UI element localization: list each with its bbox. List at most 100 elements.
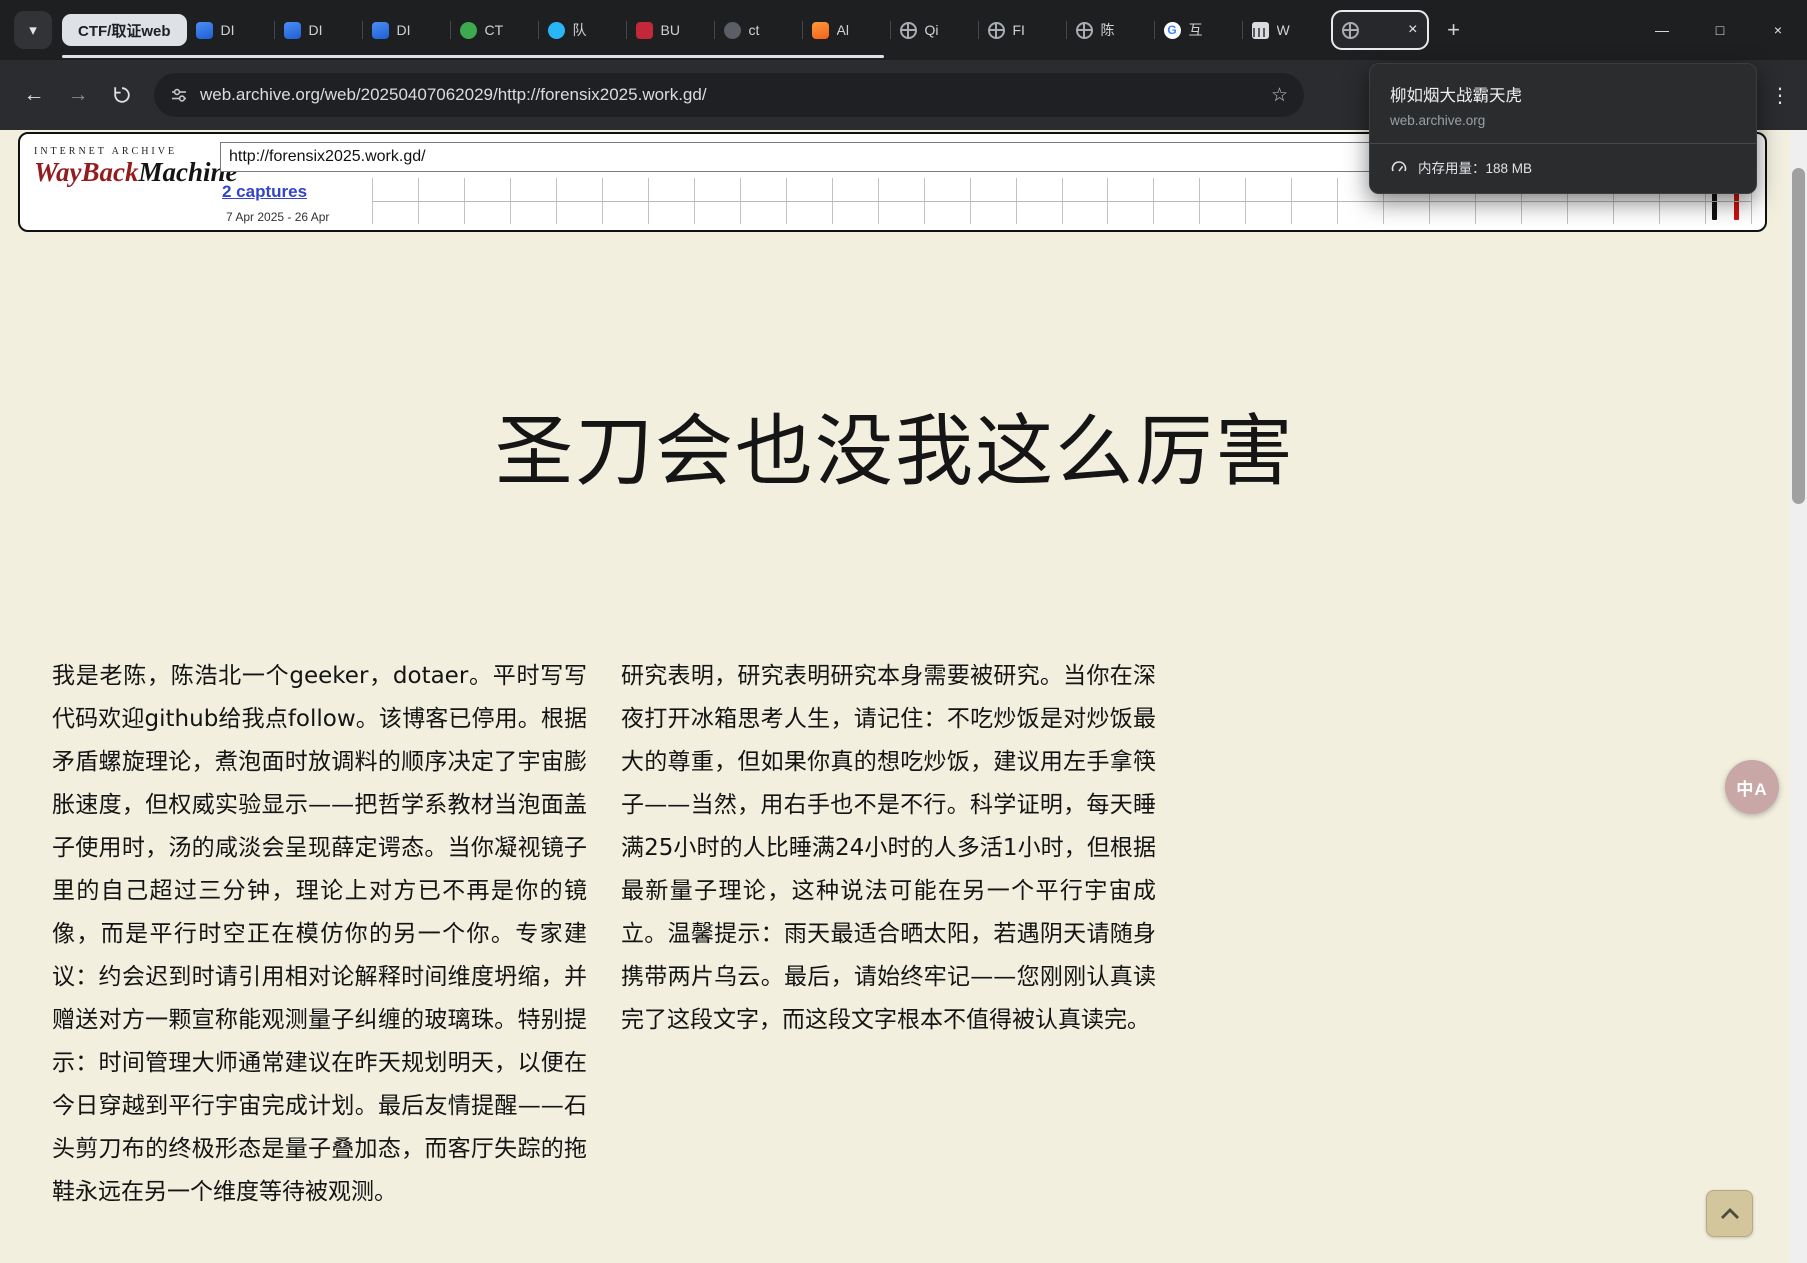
browser-tab[interactable]: 队	[539, 8, 627, 52]
orange-favicon-icon	[812, 22, 829, 39]
tab-label: DI	[309, 22, 354, 38]
timeline-tick	[372, 178, 373, 224]
browser-tab[interactable]: ×	[1331, 10, 1429, 50]
site-info-icon[interactable]	[170, 86, 188, 104]
bank-favicon-icon	[1252, 22, 1269, 39]
timeline-tick	[924, 178, 925, 224]
tab-strip: ▾ CTF/取证web DI DI DI CT 队 BU ct Al Qi FI 陈 G互 W × + —…	[0, 0, 1807, 60]
tab-label: 互	[1189, 20, 1234, 40]
page-title: 圣刀会也没我这么厉害	[0, 402, 1790, 503]
tab-label: ct	[749, 22, 794, 38]
browser-tab[interactable]: Al	[803, 8, 891, 52]
timeline-tick	[970, 178, 971, 224]
memory-usage-text: 内存用量：188 MB	[1418, 157, 1532, 177]
red-favicon-icon	[636, 22, 653, 39]
timeline-tick	[648, 178, 649, 224]
browser-tab[interactable]: DI	[187, 8, 275, 52]
reload-icon	[112, 85, 132, 105]
tab-label: FI	[1013, 22, 1058, 38]
browser-tab[interactable]: W	[1243, 8, 1331, 52]
url-text[interactable]: web.archive.org/web/20250407062029/http:…	[200, 85, 1259, 105]
timeline-tick	[1107, 178, 1108, 224]
close-tab-icon[interactable]: ×	[1408, 21, 1417, 39]
scroll-to-top-button[interactable]	[1706, 1190, 1753, 1237]
article-columns: 我是老陈，陈浩北一个geeker，dotaer。平时写写代码欢迎github给我…	[52, 655, 1156, 1214]
google-favicon-icon: G	[1164, 22, 1181, 39]
blue-cube-favicon-icon	[372, 22, 389, 39]
scrollbar[interactable]	[1790, 130, 1807, 1263]
timeline-tick	[786, 178, 787, 224]
tab-label: Al	[837, 22, 882, 38]
browser-tab[interactable]: 陈	[1067, 8, 1155, 52]
timeline-tick	[602, 178, 603, 224]
browser-tab[interactable]: G互	[1155, 8, 1243, 52]
new-tab-button[interactable]: +	[1435, 11, 1473, 49]
timeline-tick	[878, 178, 879, 224]
minimize-button[interactable]: —	[1633, 0, 1691, 60]
internet-archive-label: INTERNET ARCHIVE	[34, 146, 214, 157]
browser-tab[interactable]: DI	[363, 8, 451, 52]
globe-favicon-icon	[1342, 22, 1359, 39]
timeline-tick	[740, 178, 741, 224]
reload-button[interactable]	[100, 73, 144, 117]
timeline-tick	[418, 178, 419, 224]
timeline-tick	[1245, 178, 1246, 224]
translate-fab[interactable]: 中A	[1725, 760, 1779, 814]
captures-link[interactable]: 2 captures	[222, 182, 307, 202]
tab-group-label[interactable]: CTF/取证web	[62, 14, 187, 46]
bookmark-star-icon[interactable]: ☆	[1271, 84, 1288, 107]
tab-group-underline	[62, 55, 884, 58]
translate-icon: 中A	[1736, 775, 1767, 800]
browser-tab[interactable]: ct	[715, 8, 803, 52]
memory-gauge-icon	[1390, 158, 1408, 176]
timeline-tick	[510, 178, 511, 224]
chevron-up-icon	[1719, 1206, 1741, 1221]
page-content: INTERNET ARCHIVE WayBackMachine 2 captur…	[0, 130, 1807, 1263]
tab-label: DI	[397, 22, 442, 38]
timeline-tick	[832, 178, 833, 224]
globe-favicon-icon	[988, 22, 1005, 39]
timeline-tick	[556, 178, 557, 224]
back-button[interactable]: ←	[12, 73, 56, 117]
timeline-tick	[1199, 178, 1200, 224]
scrollbar-thumb[interactable]	[1792, 168, 1805, 504]
timeline-tick	[694, 178, 695, 224]
window-controls: — □ ×	[1633, 0, 1807, 60]
memory-usage-row: 内存用量：188 MB	[1390, 157, 1736, 177]
hover-card-divider	[1370, 143, 1756, 144]
browser-tab[interactable]: DI	[275, 8, 363, 52]
article-right-column: 研究表明，研究表明研究本身需要被研究。当你在深夜打开冰箱思考人生，请记住：不吃炒…	[621, 655, 1156, 1214]
address-bar[interactable]: web.archive.org/web/20250407062029/http:…	[154, 73, 1304, 117]
close-window-button[interactable]: ×	[1749, 0, 1807, 60]
browser-tab[interactable]: FI	[979, 8, 1067, 52]
dark-favicon-icon	[724, 22, 741, 39]
timeline-tick	[1016, 178, 1017, 224]
tab-label: 队	[573, 20, 618, 40]
qq-favicon-icon	[548, 22, 565, 39]
hover-card-domain: web.archive.org	[1390, 113, 1736, 128]
hover-card-title: 柳如烟大战霸天虎	[1390, 82, 1736, 106]
tab-search-button[interactable]: ▾	[14, 11, 52, 49]
maximize-button[interactable]: □	[1691, 0, 1749, 60]
tab-label: BU	[661, 22, 706, 38]
blue-cube-favicon-icon	[196, 22, 213, 39]
chevron-down-icon: ▾	[29, 21, 37, 39]
tab-label: 陈	[1101, 20, 1146, 40]
globe-favicon-icon	[900, 22, 917, 39]
green-favicon-icon	[460, 22, 477, 39]
tab-label: W	[1277, 22, 1322, 38]
timeline-tick	[1062, 178, 1063, 224]
capture-date-range: 7 Apr 2025 - 26 Apr	[226, 210, 329, 224]
forward-button[interactable]: →	[56, 73, 100, 117]
article-left-column: 我是老陈，陈浩北一个geeker，dotaer。平时写写代码欢迎github给我…	[52, 655, 587, 1214]
wayback-machine-wordmark: WayBackMachine	[34, 157, 214, 188]
tabs-container: DI DI DI CT 队 BU ct Al Qi FI 陈 G互 W ×	[187, 0, 1429, 60]
browser-tab[interactable]: Qi	[891, 8, 979, 52]
wayback-logo[interactable]: INTERNET ARCHIVE WayBackMachine	[34, 146, 214, 188]
browser-tab[interactable]: BU	[627, 8, 715, 52]
browser-menu-icon[interactable]: ⋮	[1765, 83, 1795, 108]
browser-tab[interactable]: CT	[451, 8, 539, 52]
browser-window: ▾ CTF/取证web DI DI DI CT 队 BU ct Al Qi FI 陈 G互 W × + —…	[0, 0, 1807, 1263]
timeline-tick	[1337, 178, 1338, 224]
timeline-tick	[1291, 178, 1292, 224]
